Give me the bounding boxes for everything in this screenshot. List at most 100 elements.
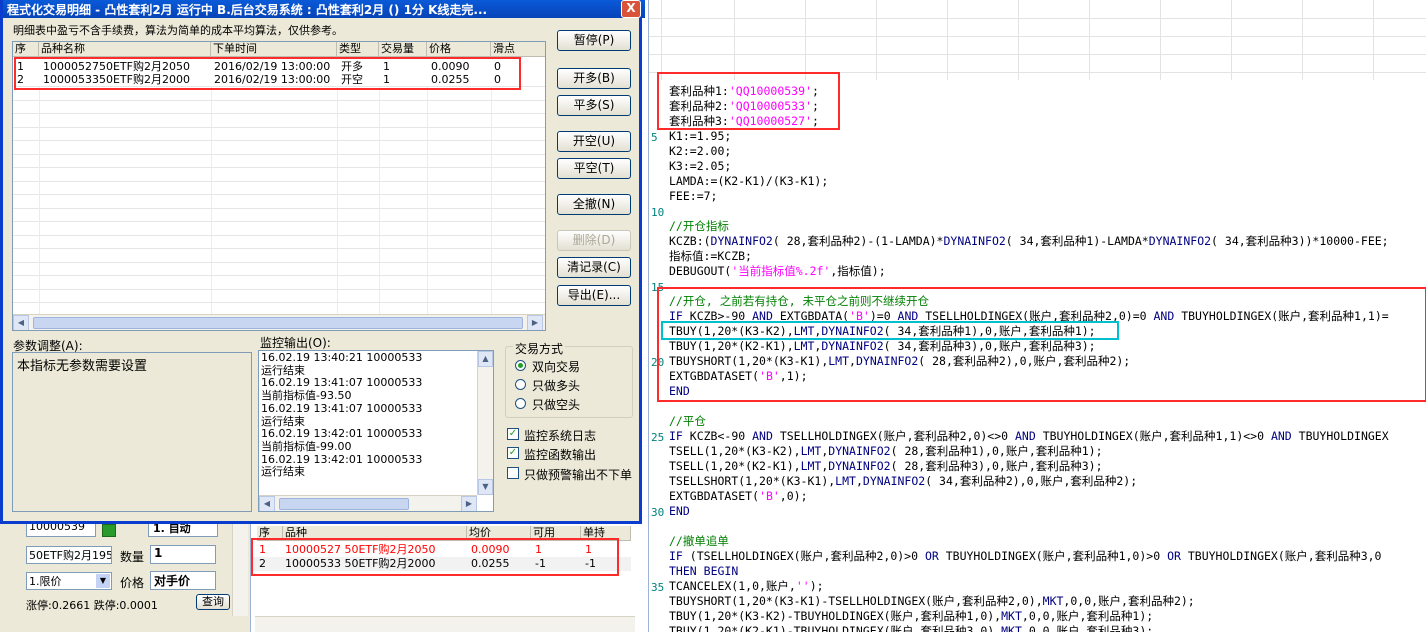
code-line[interactable]: TBUYSHORT(1,20*(K3-K1)-TSELLHOLDINGEX(账户…	[669, 594, 1195, 609]
trade-mode-label: 交易方式	[513, 340, 566, 357]
radio-label: 双向交易	[532, 360, 581, 374]
close-button[interactable]: X	[621, 0, 641, 18]
close-icon: X	[626, 1, 636, 15]
checkbox-alert-only[interactable]	[507, 467, 519, 479]
line-number: 5	[651, 131, 658, 144]
chevron-down-icon[interactable]: ▼	[96, 574, 110, 588]
scroll-left-icon[interactable]: ◀	[13, 315, 29, 330]
pause-button[interactable]: 暂停(P)	[557, 30, 631, 51]
monitor-vscroll[interactable]: ▲ ▼	[477, 351, 493, 495]
scroll-down-icon[interactable]: ▼	[478, 479, 493, 495]
highlight-box-tbuy-line	[661, 321, 1119, 340]
code-line[interactable]: LAMDA:=(K2-K1)/(K3-K1);	[669, 174, 828, 189]
confirm-icon[interactable]	[102, 524, 116, 537]
scroll-right-icon[interactable]: ▶	[461, 496, 477, 511]
code-line[interactable]: THEN BEGIN	[669, 564, 738, 579]
code-line[interactable]: TCANCELEX(1,0,账户,'');	[669, 579, 824, 594]
scroll-left-icon[interactable]: ◀	[259, 496, 275, 511]
code-line[interactable]: KCZB:(DYNAINFO2( 28,套利品种2)-(1-LAMDA)*DYN…	[669, 234, 1389, 249]
price-type-value: 1.限价	[29, 575, 62, 588]
detail-hscroll[interactable]: ◀ ▶	[13, 314, 545, 330]
query-button[interactable]: 查询	[196, 594, 230, 610]
code-line[interactable]: TBUY(1,20*(K3-K2)-TBUYHOLDINGEX(账户,套利品种1…	[669, 609, 1153, 624]
checkbox-label: 监控函数输出	[524, 448, 597, 462]
monitor-line: 当前指标值-93.50	[261, 389, 352, 403]
limit-prices: 涨停:0.2661 跌停:0.0001	[26, 599, 158, 612]
code-line[interactable]: FEE:=7;	[669, 189, 717, 204]
price-input[interactable]: 对手价	[150, 571, 216, 590]
checkbox-function-output[interactable]: ✓	[507, 447, 519, 459]
monitor-line: 16.02.19 13:41:07 10000533	[261, 401, 423, 415]
highlight-box-trades	[14, 57, 521, 90]
radio-two-way[interactable]	[515, 360, 526, 371]
col-header[interactable]: 类型	[337, 42, 379, 57]
line-number: 35	[651, 581, 665, 594]
monitor-line: 当前指标值-99.00	[261, 439, 352, 453]
radio-long-only[interactable]	[515, 379, 526, 390]
formula-editor[interactable]: 5 10 15 20 25 30 35 套利品种1:'QQ10000539'; 套…	[648, 0, 1426, 632]
highlight-box-open-logic	[657, 287, 1426, 402]
code-line[interactable]: K3:=2.05;	[669, 159, 731, 174]
highlight-box-positions	[251, 538, 619, 576]
open-short-button[interactable]: 开空(U)	[557, 131, 631, 152]
code-line[interactable]: K1:=1.95;	[669, 129, 731, 144]
dialog-title[interactable]: 程式化交易明细 - 凸性套利2月 运行中 B.后台交易系统 : 凸性套利2月 (…	[3, 0, 645, 18]
code-line[interactable]: //平仓	[669, 414, 706, 429]
col-header[interactable]: 价格	[427, 42, 491, 57]
qty-input[interactable]: 1	[150, 545, 216, 564]
code-line[interactable]: TSELL(1,20*(K3-K2),LMT,DYNAINFO2( 28,套利品…	[669, 444, 1103, 459]
radio-label: 只做空头	[532, 398, 581, 412]
col-header[interactable]: 滑点	[491, 42, 545, 57]
code-line[interactable]: TSELLSHORT(1,20*(K3-K1),LMT,DYNAINFO2( 3…	[669, 474, 1137, 489]
col-header[interactable]: 下单时间	[211, 42, 337, 57]
code-line[interactable]: TSELL(1,20*(K2-K1),LMT,DYNAINFO2( 28,套利品…	[669, 459, 1103, 474]
trade-detail-dialog: 程式化交易明细 - 凸性套利2月 运行中 B.后台交易系统 : 凸性套利2月 (…	[0, 0, 645, 524]
export-button[interactable]: 导出(E)...	[557, 285, 631, 306]
scroll-right-icon[interactable]: ▶	[527, 315, 543, 330]
monitor-line: 16.02.19 13:40:21 10000533	[261, 351, 423, 364]
code-line[interactable]: IF KCZB<-90 AND TSELLHOLDINGEX(账户,套利品种2,…	[669, 429, 1389, 444]
scroll-thumb[interactable]	[279, 498, 409, 510]
price-type-select[interactable]: 1.限价 ▼	[26, 572, 112, 590]
monitor-label: 监控输出(O):	[260, 336, 331, 350]
col-header[interactable]: 交易量	[379, 42, 427, 57]
col-header[interactable]: 序	[13, 42, 39, 57]
code-line[interactable]: K2:=2.00;	[669, 144, 731, 159]
code-line[interactable]: IF (TSELLHOLDINGEX(账户,套利品种2,0)>0 OR TBUY…	[669, 549, 1381, 564]
params-box[interactable]: 本指标无参数需要设置	[12, 352, 252, 512]
cancel-all-button[interactable]: 全撤(N)	[557, 194, 631, 215]
highlight-box-symbols	[657, 72, 840, 130]
params-text: 本指标无参数需要设置	[17, 359, 148, 374]
order-entry-panel: 10000539 1. 自动 50ETF购2月1950 数量 1 1.限价 ▼ …	[0, 519, 250, 632]
order-panel-scrollbar[interactable]	[232, 524, 248, 616]
scroll-thumb[interactable]	[33, 317, 523, 329]
checkbox-system-log[interactable]: ✓	[507, 428, 519, 440]
positions-panel: 序 品种 均价 可用 单持 1 10000527 50ETF购2月2050 0.…	[250, 524, 648, 632]
code-line[interactable]: //撤单追单	[669, 534, 729, 549]
close-long-button[interactable]: 平多(S)	[557, 95, 631, 116]
code-line[interactable]: 指标值:=KCZB;	[669, 249, 752, 264]
code-line[interactable]: TBUY(1,20*(K2-K1)-TBUYHOLDINGEX(账户,套利品种3…	[669, 624, 1153, 632]
monitor-line: 运行结束	[261, 465, 305, 479]
radio-short-only[interactable]	[515, 398, 526, 409]
close-short-button[interactable]: 平空(T)	[557, 158, 631, 179]
col-header[interactable]: 品种名称	[39, 42, 211, 57]
code-line[interactable]: DEBUGOUT('当前指标值%.2f',指标值);	[669, 264, 886, 279]
delete-button[interactable]: 删除(D)	[557, 230, 631, 251]
symbol-name-field[interactable]: 50ETF购2月1950	[26, 546, 112, 564]
positions-hscroll[interactable]	[255, 616, 635, 632]
monitor-output[interactable]: 16.02.19 13:40:21 10000533 运行结束 16.02.19 1…	[258, 350, 494, 512]
checkbox-label: 监控系统日志	[524, 429, 597, 443]
checkbox-label: 只做预警输出不下单	[524, 468, 633, 482]
code-line[interactable]: EXTGBDATASET('B',0);	[669, 489, 808, 504]
open-long-button[interactable]: 开多(B)	[557, 68, 631, 89]
line-number: 10	[651, 206, 665, 219]
radio-label: 只做多头	[532, 379, 581, 393]
code-line[interactable]: END	[669, 504, 690, 519]
qty-label: 数量	[120, 550, 145, 564]
monitor-hscroll[interactable]: ◀ ▶	[259, 495, 477, 511]
scroll-up-icon[interactable]: ▲	[478, 351, 493, 367]
disclaimer-text: 明细表中盈亏不含手续费，算法为简单的成本平均算法，仅供参考。	[13, 24, 343, 37]
clear-log-button[interactable]: 清记录(C)	[557, 257, 631, 278]
code-line[interactable]: //开仓指标	[669, 219, 729, 234]
